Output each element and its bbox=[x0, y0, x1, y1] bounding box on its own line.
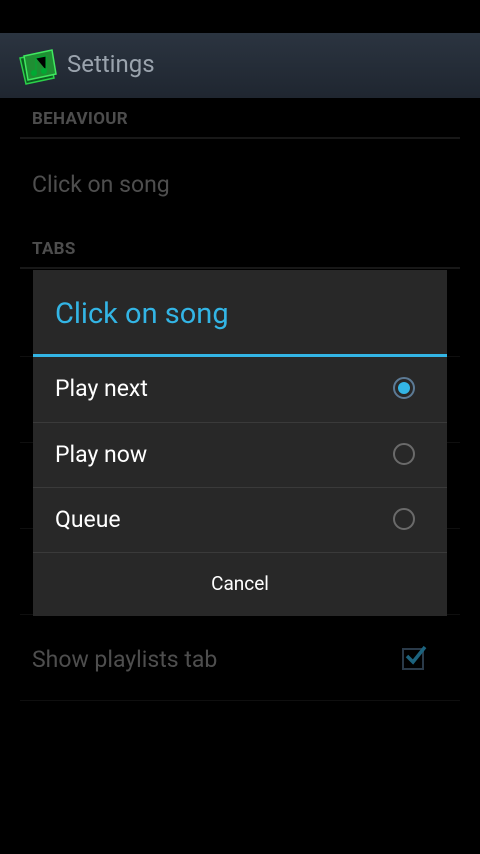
option-play-next[interactable]: Play next bbox=[33, 357, 447, 421]
page-title: Settings bbox=[67, 50, 155, 78]
music-note-icon[interactable] bbox=[18, 48, 58, 86]
radio-button[interactable] bbox=[393, 443, 415, 465]
radio-button[interactable] bbox=[393, 508, 415, 530]
option-queue[interactable]: Queue bbox=[33, 488, 447, 552]
radio-button-selected[interactable] bbox=[393, 377, 415, 399]
dialog-title: Click on song bbox=[55, 297, 229, 331]
option-label: Play now bbox=[55, 441, 148, 468]
status-bar bbox=[0, 0, 480, 33]
option-label: Play next bbox=[55, 375, 148, 402]
click-on-song-dialog: Click on song Play next Play now Queue C… bbox=[33, 270, 447, 616]
cancel-button[interactable]: Cancel bbox=[33, 552, 447, 616]
option-label: Queue bbox=[55, 506, 121, 533]
option-play-now[interactable]: Play now bbox=[33, 423, 447, 487]
